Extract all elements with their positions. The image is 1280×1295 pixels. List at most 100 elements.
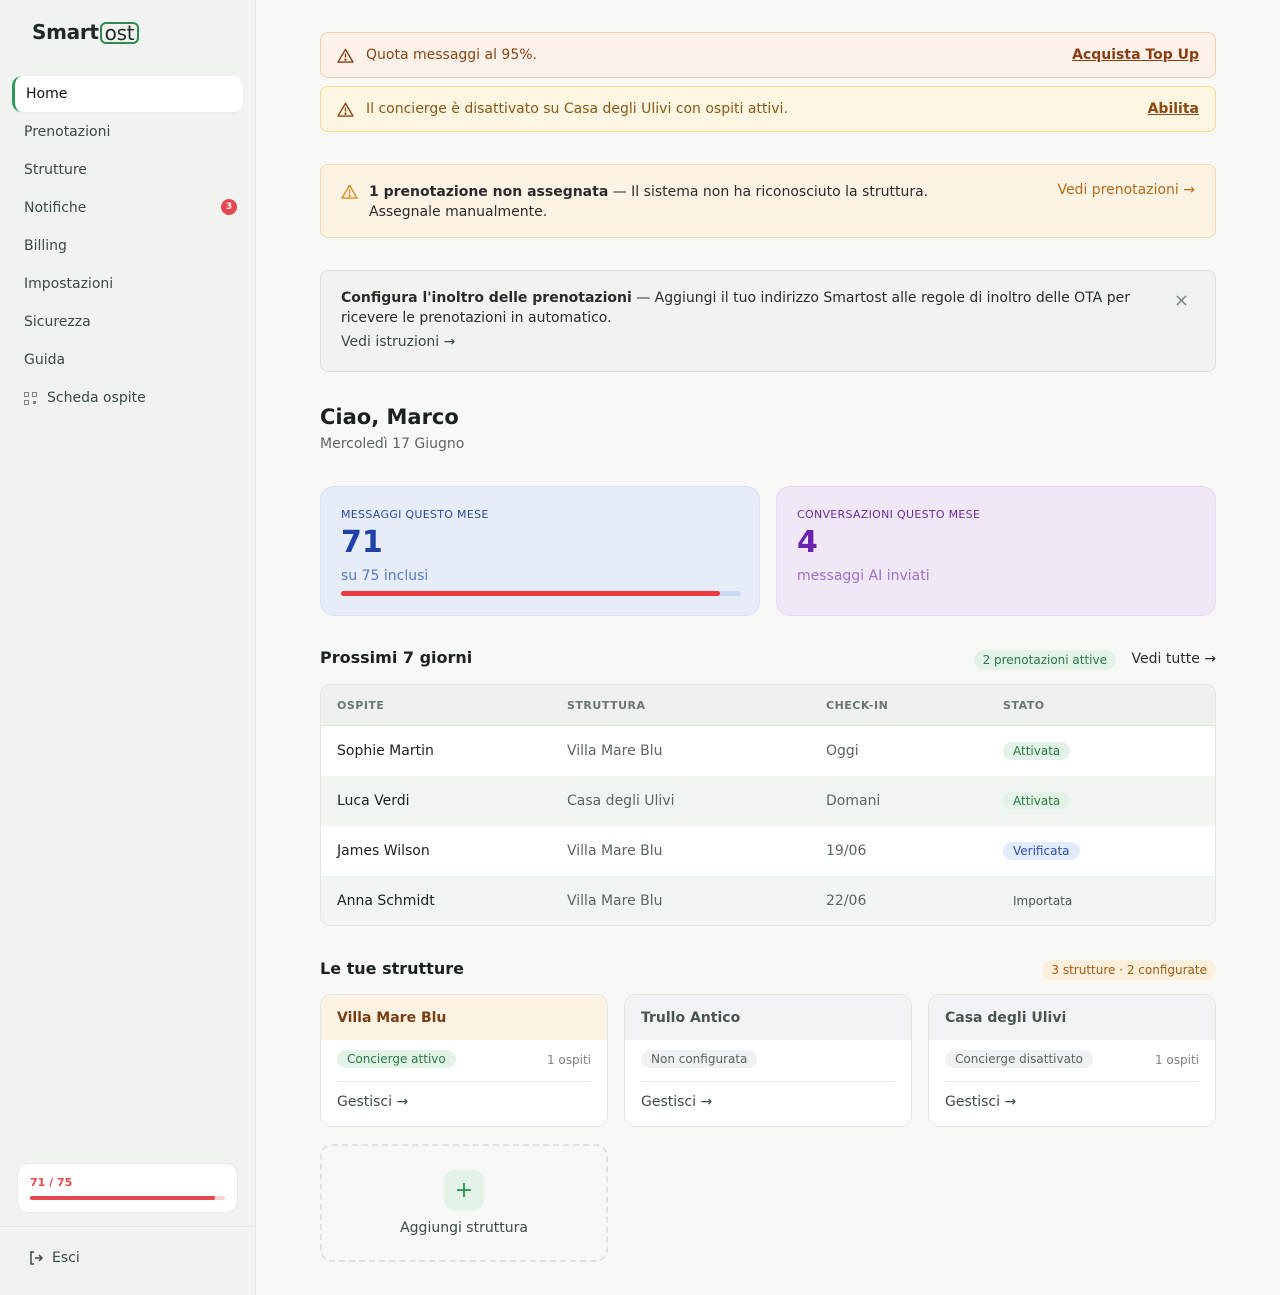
properties-count-pill: 3 strutture · 2 configurate bbox=[1042, 960, 1216, 980]
sidebar-item-home[interactable]: Home bbox=[12, 76, 243, 112]
quota-progress-bar bbox=[30, 1196, 225, 1200]
table-header: OSPITE STRUTTURA CHECK-IN STATO bbox=[321, 685, 1215, 726]
sidebar-item-label: Notifiche bbox=[24, 200, 87, 216]
sidebar-item-label: Scheda ospite bbox=[47, 390, 146, 406]
sidebar-item-notifiche[interactable]: Notifiche 3 bbox=[12, 190, 243, 226]
warning-icon bbox=[337, 48, 354, 63]
quota-text: 71 / 75 bbox=[30, 1176, 73, 1189]
view-bookings-link[interactable]: Vedi prenotazioni → bbox=[1057, 182, 1195, 198]
sidebar-item-label: Billing bbox=[24, 238, 67, 254]
sidebar-item-label: Prenotazioni bbox=[24, 124, 111, 140]
manage-property-link[interactable]: Gestisci → bbox=[337, 1094, 408, 1110]
sidebar-item-label: Guida bbox=[24, 352, 66, 368]
unassigned-booking-alert: 1 prenotazione non assegnata — Il sistem… bbox=[320, 164, 1216, 238]
banner-title: Configura l'inoltro delle prenotazioni bbox=[341, 290, 632, 306]
quota-progress-fill bbox=[30, 1196, 215, 1200]
view-instructions-link[interactable]: Vedi istruzioni → bbox=[341, 334, 455, 350]
property-card[interactable]: Villa Mare Blu Concierge attivo 1 ospiti… bbox=[320, 994, 608, 1127]
column-header-status: STATO bbox=[1003, 698, 1045, 712]
property-name: Villa Mare Blu bbox=[567, 843, 663, 859]
sidebar-item-billing[interactable]: Billing bbox=[12, 228, 243, 264]
property-name: Villa Mare Blu bbox=[567, 743, 663, 759]
sidebar-item-strutture[interactable]: Strutture bbox=[12, 152, 243, 188]
conversations-stat-card: CONVERSAZIONI QUESTO MESE 4 messaggi AI … bbox=[776, 486, 1216, 616]
quota-widget: 71 / 75 bbox=[17, 1163, 238, 1213]
sidebar-item-label: Strutture bbox=[24, 162, 87, 178]
stat-subtitle: su 75 inclusi bbox=[341, 568, 429, 584]
checkin-date: Oggi bbox=[826, 743, 859, 759]
checkin-date: Domani bbox=[826, 793, 881, 809]
properties-section-title: Le tue strutture bbox=[320, 959, 464, 978]
guest-count: 1 ospiti bbox=[1154, 1053, 1199, 1067]
banner-message: Configura l'inoltro delle prenotazioni —… bbox=[341, 288, 1161, 328]
sidebar-item-label: Sicurezza bbox=[24, 314, 91, 330]
sidebar-divider bbox=[0, 1226, 256, 1227]
manage-property-link[interactable]: Gestisci → bbox=[641, 1094, 712, 1110]
property-card[interactable]: Trullo Antico Non configurata Gestisci → bbox=[624, 994, 912, 1127]
concierge-alert: Il concierge è disattivato su Casa degli… bbox=[320, 86, 1216, 132]
property-name: Casa degli Ulivi bbox=[567, 793, 675, 809]
property-status-badge: Concierge disattivato bbox=[945, 1050, 1093, 1068]
warning-icon bbox=[337, 102, 354, 117]
smartost-logo[interactable]: Smart ost bbox=[32, 18, 140, 46]
add-property-label: Aggiungi struttura bbox=[400, 1220, 528, 1236]
sidebar-item-impostazioni[interactable]: Impostazioni bbox=[12, 266, 243, 302]
enable-concierge-link[interactable]: Abilita bbox=[1148, 101, 1199, 117]
logout-button[interactable]: Esci bbox=[28, 1250, 80, 1266]
messages-progress-fill bbox=[341, 591, 720, 596]
sidebar-item-scheda-ospite[interactable]: Scheda ospite bbox=[12, 380, 243, 416]
messages-stat-card: MESSAGGI QUESTO MESE 71 su 75 inclusi bbox=[320, 486, 760, 616]
notification-count-badge: 3 bbox=[221, 199, 237, 215]
checkin-date: 19/06 bbox=[826, 843, 867, 859]
stat-label: MESSAGGI QUESTO MESE bbox=[341, 508, 489, 521]
property-name: Villa Mare Blu bbox=[567, 893, 663, 909]
warning-icon bbox=[341, 184, 358, 199]
sidebar-item-label: Impostazioni bbox=[24, 276, 114, 292]
sidebar-item-prenotazioni[interactable]: Prenotazioni bbox=[12, 114, 243, 150]
plus-icon: + bbox=[444, 1170, 484, 1210]
forwarding-setup-banner: Configura l'inoltro delle prenotazioni —… bbox=[320, 270, 1216, 372]
sidebar-item-sicurezza[interactable]: Sicurezza bbox=[12, 304, 243, 340]
guest-name: James Wilson bbox=[337, 843, 430, 859]
alert-message: 1 prenotazione non assegnata — Il sistem… bbox=[369, 182, 929, 222]
buy-top-up-link[interactable]: Acquista Top Up bbox=[1072, 47, 1199, 63]
alert-message: Quota messaggi al 95%. bbox=[366, 47, 537, 63]
status-badge: Verificata bbox=[1003, 842, 1080, 860]
property-status-badge: Non configurata bbox=[641, 1050, 758, 1068]
stat-label: CONVERSAZIONI QUESTO MESE bbox=[797, 508, 981, 521]
property-card-title: Trullo Antico bbox=[625, 995, 911, 1040]
guest-name: Luca Verdi bbox=[337, 793, 410, 809]
add-property-button[interactable]: + Aggiungi struttura bbox=[320, 1144, 608, 1262]
stat-subtitle: messaggi AI inviati bbox=[797, 568, 930, 584]
stat-value: 71 bbox=[341, 525, 383, 560]
messages-progress-bar bbox=[341, 591, 741, 596]
sidebar-nav: Home Prenotazioni Strutture Notifiche 3 B… bbox=[12, 76, 243, 418]
guest-name: Anna Schmidt bbox=[337, 893, 435, 909]
table-row[interactable]: James Wilson Villa Mare Blu 19/06 Verifi… bbox=[321, 826, 1215, 876]
close-icon[interactable]: × bbox=[1174, 291, 1189, 311]
status-badge: Attivata bbox=[1003, 742, 1071, 760]
guest-count: 1 ospiti bbox=[546, 1053, 591, 1067]
greeting: Ciao, Marco bbox=[320, 405, 459, 429]
table-row[interactable]: Sophie Martin Villa Mare Blu Oggi Attiva… bbox=[321, 726, 1215, 776]
column-header-guest: OSPITE bbox=[337, 698, 385, 712]
quota-alert: Quota messaggi al 95%. Acquista Top Up bbox=[320, 32, 1216, 78]
property-card-title: Casa degli Ulivi bbox=[929, 995, 1215, 1040]
manage-property-link[interactable]: Gestisci → bbox=[945, 1094, 1016, 1110]
logout-icon bbox=[30, 1251, 44, 1265]
view-all-link[interactable]: Vedi tutte → bbox=[1132, 651, 1216, 667]
property-card[interactable]: Casa degli Ulivi Concierge disattivato 1… bbox=[928, 994, 1216, 1127]
upcoming-section-title: Prossimi 7 giorni bbox=[320, 648, 473, 667]
sidebar-item-guida[interactable]: Guida bbox=[12, 342, 243, 378]
table-row[interactable]: Anna Schmidt Villa Mare Blu 22/06 Import… bbox=[321, 876, 1215, 925]
logo-text-ost: ost bbox=[99, 22, 140, 44]
alert-message: Il concierge è disattivato su Casa degli… bbox=[366, 101, 788, 117]
checkin-date: 22/06 bbox=[826, 893, 867, 909]
bookings-table: OSPITE STRUTTURA CHECK-IN STATO Sophie M… bbox=[320, 684, 1216, 926]
qr-code-icon bbox=[24, 391, 37, 405]
logout-label: Esci bbox=[52, 1250, 80, 1266]
stat-value: 4 bbox=[797, 525, 818, 560]
active-bookings-pill: 2 prenotazioni attive bbox=[973, 650, 1116, 670]
table-row[interactable]: Luca Verdi Casa degli Ulivi Domani Attiv… bbox=[321, 776, 1215, 826]
status-badge: Attivata bbox=[1003, 792, 1071, 810]
